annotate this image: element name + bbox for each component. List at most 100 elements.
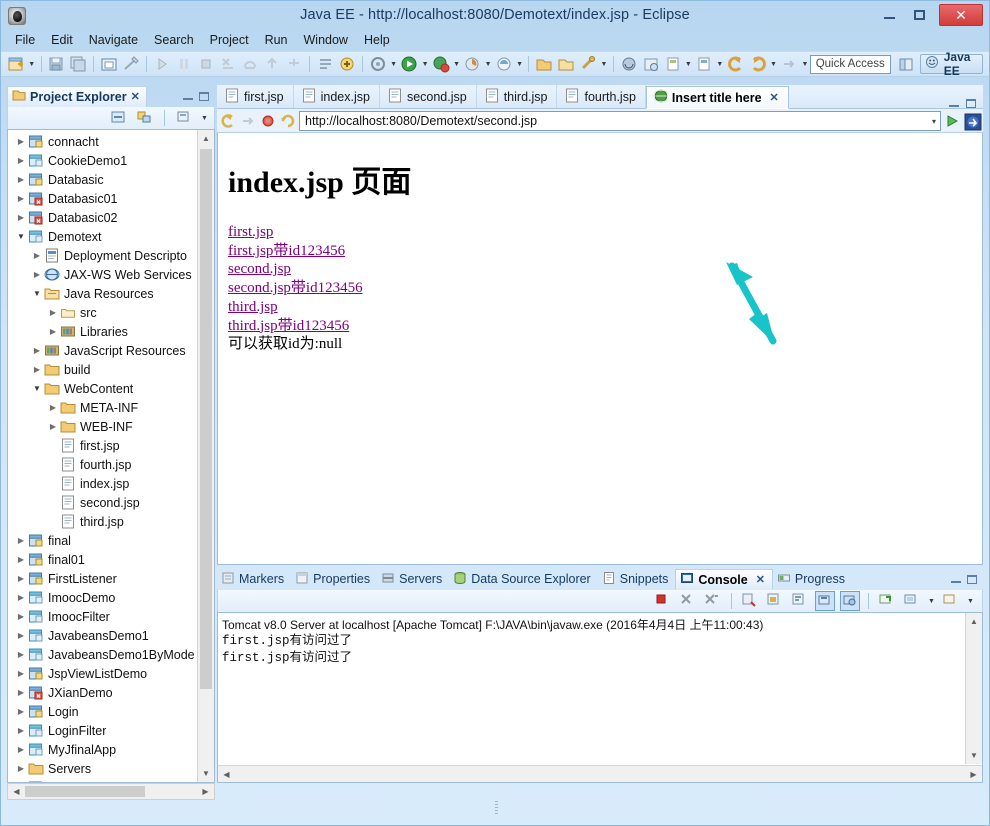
- tree-node[interactable]: ▶ Databasic01: [8, 189, 196, 208]
- forward-icon[interactable]: [748, 54, 768, 74]
- new-console-chevron-down-icon[interactable]: ▼: [926, 592, 937, 610]
- chevron-right-icon[interactable]: ▶: [14, 137, 28, 146]
- tree-node[interactable]: ▼ Java Resources: [8, 284, 196, 303]
- chevron-down-icon[interactable]: ▼: [14, 232, 28, 241]
- chevron-right-icon[interactable]: ▶: [46, 327, 60, 336]
- quick-access-input[interactable]: Quick Access: [809, 54, 891, 74]
- perspective-java-ee-button[interactable]: Java EE: [919, 50, 983, 78]
- external-tools-icon[interactable]: [337, 54, 357, 74]
- tree-node[interactable]: ▶ final01: [8, 550, 196, 569]
- display-selected-console-icon[interactable]: [840, 591, 860, 611]
- maximize-button[interactable]: [904, 5, 934, 25]
- tree-node[interactable]: ▶ WEB-INF: [8, 417, 196, 436]
- scroll-lock-icon[interactable]: [765, 591, 785, 611]
- chevron-right-icon[interactable]: ▶: [46, 422, 60, 431]
- browser-content[interactable]: index.jsp 页面 first.jsp first.jsp带id123456…: [217, 133, 983, 565]
- run-icon[interactable]: [399, 54, 419, 74]
- menu-run[interactable]: Run: [257, 31, 296, 49]
- chevron-right-icon[interactable]: ▶: [30, 365, 44, 374]
- remove-launch-icon[interactable]: [678, 591, 698, 611]
- maximize-editor-icon[interactable]: [966, 99, 976, 108]
- bottom-tab-data-source-explorer[interactable]: Data Source Explorer: [449, 569, 598, 590]
- link-with-editor-icon[interactable]: [135, 108, 155, 128]
- console-vertical-scrollbar[interactable]: ▲ ▼: [965, 613, 982, 764]
- chevron-down-icon[interactable]: ▼: [30, 384, 44, 393]
- open-perspective-icon[interactable]: [896, 54, 916, 74]
- chevron-right-icon[interactable]: ▶: [14, 213, 28, 222]
- chevron-right-icon[interactable]: ▶: [46, 308, 60, 317]
- page-link[interactable]: second.jsp带id123456: [228, 279, 363, 298]
- tree-node[interactable]: ▶Servlet: [8, 778, 196, 782]
- page-link[interactable]: first.jsp带id123456: [228, 242, 345, 261]
- tree-node[interactable]: ▶ CookieDemo1: [8, 151, 196, 170]
- console-menu-icon[interactable]: [941, 591, 961, 611]
- chevron-right-icon[interactable]: ▶: [14, 555, 28, 564]
- hscroll-track[interactable]: [25, 784, 197, 799]
- chevron-right-icon[interactable]: ▶: [46, 403, 60, 412]
- bottom-tab-console[interactable]: Console ✕: [675, 568, 773, 590]
- chevron-right-icon[interactable]: ▶: [14, 593, 28, 602]
- build-chevron-down-icon[interactable]: ▼: [389, 55, 399, 73]
- tree-node[interactable]: ▶ Login: [8, 702, 196, 721]
- chevron-right-icon[interactable]: ▶: [14, 764, 28, 773]
- scroll-left-button[interactable]: ◀: [8, 784, 25, 799]
- save-icon[interactable]: [46, 54, 66, 74]
- back-icon[interactable]: [726, 54, 746, 74]
- menu-navigate[interactable]: Navigate: [81, 31, 146, 49]
- print-icon[interactable]: [99, 54, 119, 74]
- menu-project[interactable]: Project: [202, 31, 257, 49]
- url-chevron-down-icon[interactable]: ▾: [932, 117, 936, 126]
- chevron-right-icon[interactable]: ▶: [14, 650, 28, 659]
- tree-node[interactable]: ▶ JavabeansDemo1ByMode: [8, 645, 196, 664]
- new-annotation-icon[interactable]: [694, 54, 714, 74]
- tree-node[interactable]: ▶ JavabeansDemo1: [8, 626, 196, 645]
- vscroll-track[interactable]: [966, 630, 982, 747]
- tree-node[interactable]: second.jsp: [8, 493, 196, 512]
- chevron-right-icon[interactable]: ▶: [14, 631, 28, 640]
- search-icon[interactable]: [619, 54, 639, 74]
- tree-node[interactable]: third.jsp: [8, 512, 196, 531]
- tree-node[interactable]: ▶ Libraries: [8, 322, 196, 341]
- close-button[interactable]: ✕: [939, 4, 983, 26]
- tree-node[interactable]: ▶ JavaScript Resources: [8, 341, 196, 360]
- debug-icon[interactable]: [431, 54, 451, 74]
- open-folder-icon[interactable]: [534, 54, 554, 74]
- new-class-chevron-down-icon[interactable]: ▼: [684, 55, 694, 73]
- open-console-icon[interactable]: [877, 591, 897, 611]
- pin-console-icon[interactable]: [815, 591, 835, 611]
- tree-node[interactable]: ▶ src: [8, 303, 196, 322]
- tree-vertical-scrollbar[interactable]: ▲ ▼: [197, 130, 214, 782]
- editor-tab-insert-title-here[interactable]: Insert title here ✕: [645, 86, 789, 109]
- tab-project-explorer[interactable]: Project Explorer ✕: [7, 85, 147, 107]
- minimize-view-icon[interactable]: [183, 97, 193, 100]
- chevron-right-icon[interactable]: ▶: [14, 726, 28, 735]
- tree-node[interactable]: ▶ MyJfinalApp: [8, 740, 196, 759]
- tree-node[interactable]: ▶ JspViewListDemo: [8, 664, 196, 683]
- tree-node[interactable]: first.jsp: [8, 436, 196, 455]
- word-wrap-icon[interactable]: [790, 591, 810, 611]
- back-icon[interactable]: [219, 112, 237, 130]
- tree-node[interactable]: ▶ final: [8, 531, 196, 550]
- resize-grip[interactable]: [495, 801, 498, 815]
- scroll-down-button[interactable]: ▼: [198, 765, 214, 782]
- bottom-tab-properties[interactable]: Properties: [291, 569, 377, 590]
- chevron-right-icon[interactable]: ▶: [14, 688, 28, 697]
- editor-tab-third-jsp[interactable]: third.jsp: [477, 85, 558, 108]
- chevron-right-icon[interactable]: ▶: [14, 669, 28, 678]
- tree-node[interactable]: ▶ connacht: [8, 132, 196, 151]
- collapse-all-icon[interactable]: [109, 108, 129, 128]
- scroll-down-button[interactable]: ▼: [966, 747, 982, 764]
- run-chevron-down-icon[interactable]: ▼: [420, 55, 430, 73]
- hscroll-track[interactable]: [235, 766, 965, 782]
- bottom-tab-snippets[interactable]: Snippets: [598, 569, 676, 590]
- tree-node[interactable]: ▶ build: [8, 360, 196, 379]
- profile-chevron-down-icon[interactable]: ▼: [483, 55, 493, 73]
- menu-window[interactable]: Window: [296, 31, 356, 49]
- chevron-right-icon[interactable]: ▶: [14, 194, 28, 203]
- remove-all-launches-icon[interactable]: [703, 591, 723, 611]
- scroll-right-button[interactable]: ▶: [965, 766, 982, 782]
- page-link[interactable]: second.jsp: [228, 260, 291, 279]
- profile-icon[interactable]: [462, 54, 482, 74]
- chevron-right-icon[interactable]: ▶: [30, 270, 44, 279]
- new-java-project-icon[interactable]: [578, 54, 598, 74]
